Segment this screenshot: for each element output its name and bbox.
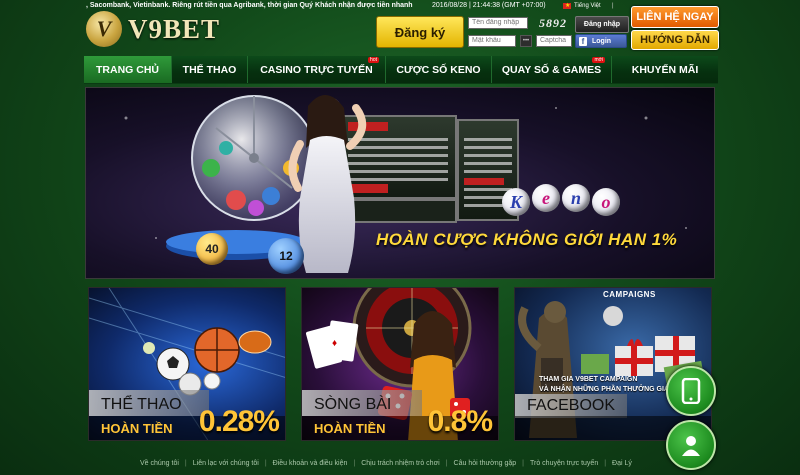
promo-card-casino[interactable]: ♦ SÒNG BÀI HOÀN TIỀN 0.8% — [301, 287, 499, 441]
promo-title: FACEBOOK — [527, 397, 616, 414]
footer-link-agents[interactable]: Đại Lý — [612, 458, 632, 470]
keno-letter-n: n — [562, 184, 590, 212]
password-input[interactable] — [468, 35, 516, 47]
promo-subtitle: HOÀN TIỀN — [314, 421, 386, 436]
language-caret-icon[interactable]: | — [612, 1, 614, 11]
promo-card-facebook[interactable]: CAMPAIGNS THAM GIA V9BET CAMPAIGN VÀ NHẬ… — [514, 287, 712, 441]
campaign-caption-1: THAM GIA V9BET CAMPAIGN — [539, 376, 638, 383]
promo-percent: 0.8% — [427, 405, 493, 438]
banner-artwork — [124, 94, 687, 273]
guide-button[interactable]: HƯỚNG DẪN — [631, 30, 719, 50]
promo-subtitle: HOÀN TIỀN — [101, 421, 173, 436]
nav-item-label: KHUYẾN MÃI — [631, 63, 699, 76]
footer-divider: | — [184, 460, 187, 467]
footer-link-live-chat[interactable]: Trò chuyện trực tuyến — [530, 458, 598, 470]
captcha-image: 5892 — [539, 16, 567, 30]
ball-40: 40 — [196, 233, 228, 265]
captcha-input[interactable] — [536, 35, 572, 47]
footer-link-terms[interactable]: Điều khoản và điều kiện — [273, 458, 348, 470]
keno-letter-o: o — [592, 188, 620, 216]
nav-item-lottery-games[interactable]: QUAY SỐ & GAMES mới — [492, 56, 612, 83]
nav-item-label: CASINO TRỰC TUYẾN — [260, 63, 373, 76]
footer-divider: | — [353, 460, 356, 467]
nav-item-home[interactable]: TRANG CHỦ — [84, 56, 172, 83]
nav-item-casino[interactable]: CASINO TRỰC TUYẾN hot — [248, 56, 386, 83]
password-toggle-button[interactable]: ••• — [520, 35, 532, 47]
promo-percent: 0.28% — [198, 405, 280, 438]
nav-item-label: TRANG CHỦ — [96, 63, 159, 76]
main-nav: TRANG CHỦ THỂ THAO CASINO TRỰC TUYẾN hot… — [84, 56, 718, 84]
footer-divider: | — [264, 460, 267, 467]
login-button[interactable]: Đăng nhập — [575, 16, 629, 33]
hero-banner[interactable]: 40 12 K e n o HOÀN CƯỢC KHÔNG GIỚI HẠN 1… — [85, 87, 715, 279]
new-badge: mới — [592, 57, 605, 63]
nav-item-keno[interactable]: CƯỢC SỐ KENO — [386, 56, 492, 83]
footer-link-responsible-gaming[interactable]: Chịu trách nhiệm trò chơi — [361, 458, 440, 470]
nav-item-label: QUAY SỐ & GAMES — [501, 63, 602, 76]
server-datetime: 2016/08/28 | 21:44:38 (GMT +07:00) — [432, 2, 546, 9]
logo-mark-icon: V — [86, 11, 122, 47]
facebook-login-label: Login — [592, 37, 612, 45]
promo-card-sports[interactable]: THỂ THAO HOÀN TIỀN 0.28% — [88, 287, 286, 441]
user-support-icon — [682, 436, 700, 456]
campaigns-label: CAMPAIGNS — [603, 290, 656, 299]
nav-item-label: THỂ THAO — [182, 63, 237, 76]
svg-text:♦: ♦ — [332, 338, 337, 349]
nav-item-sports[interactable]: THỂ THAO — [172, 56, 248, 83]
campaign-caption-2: VÀ NHẬN NHỮNG PHẦN THƯỞNG GIÁ — [539, 386, 669, 393]
flag-star-icon: ★ — [565, 3, 571, 9]
promo-title: THỂ THAO — [101, 396, 182, 413]
footer-links: Về chúng tôi | Liên lạc với chúng tôi | Đi… — [140, 458, 700, 470]
ball-12: 12 — [268, 238, 304, 274]
footer-divider: | — [522, 460, 524, 467]
facebook-login-button[interactable]: f Login — [575, 34, 627, 48]
nav-item-label: CƯỢC SỐ KENO — [396, 63, 481, 76]
site-logo[interactable]: V V9BET — [86, 9, 256, 49]
logo-text: V9BET — [128, 13, 221, 44]
facebook-icon: f — [579, 36, 587, 46]
hot-badge: hot — [368, 57, 379, 63]
contact-now-button[interactable]: LIÊN HỆ NGAY — [631, 6, 719, 28]
footer-link-contact[interactable]: Liên lạc với chúng tôi — [193, 458, 259, 470]
footer-divider: | — [445, 460, 448, 467]
language-selector[interactable]: Tiếng Việt — [574, 1, 601, 11]
mobile-app-button[interactable] — [666, 366, 716, 416]
footer-divider: | — [604, 460, 607, 467]
keno-letter-k: K — [502, 188, 530, 216]
footer-link-faq[interactable]: Câu hỏi thường gặp — [454, 458, 517, 470]
banner-headline: HOÀN CƯỢC KHÔNG GIỚI HẠN 1% — [376, 230, 678, 249]
register-button[interactable]: Đăng ký — [376, 16, 464, 48]
mobile-phone-icon — [681, 378, 701, 404]
footer-link-about[interactable]: Về chúng tôi — [140, 458, 179, 470]
keno-letter-e: e — [532, 184, 560, 212]
promo-title: SÒNG BÀI — [314, 396, 392, 413]
nav-item-promotions[interactable]: KHUYẾN MÃI — [612, 56, 718, 83]
username-input[interactable] — [468, 17, 528, 29]
